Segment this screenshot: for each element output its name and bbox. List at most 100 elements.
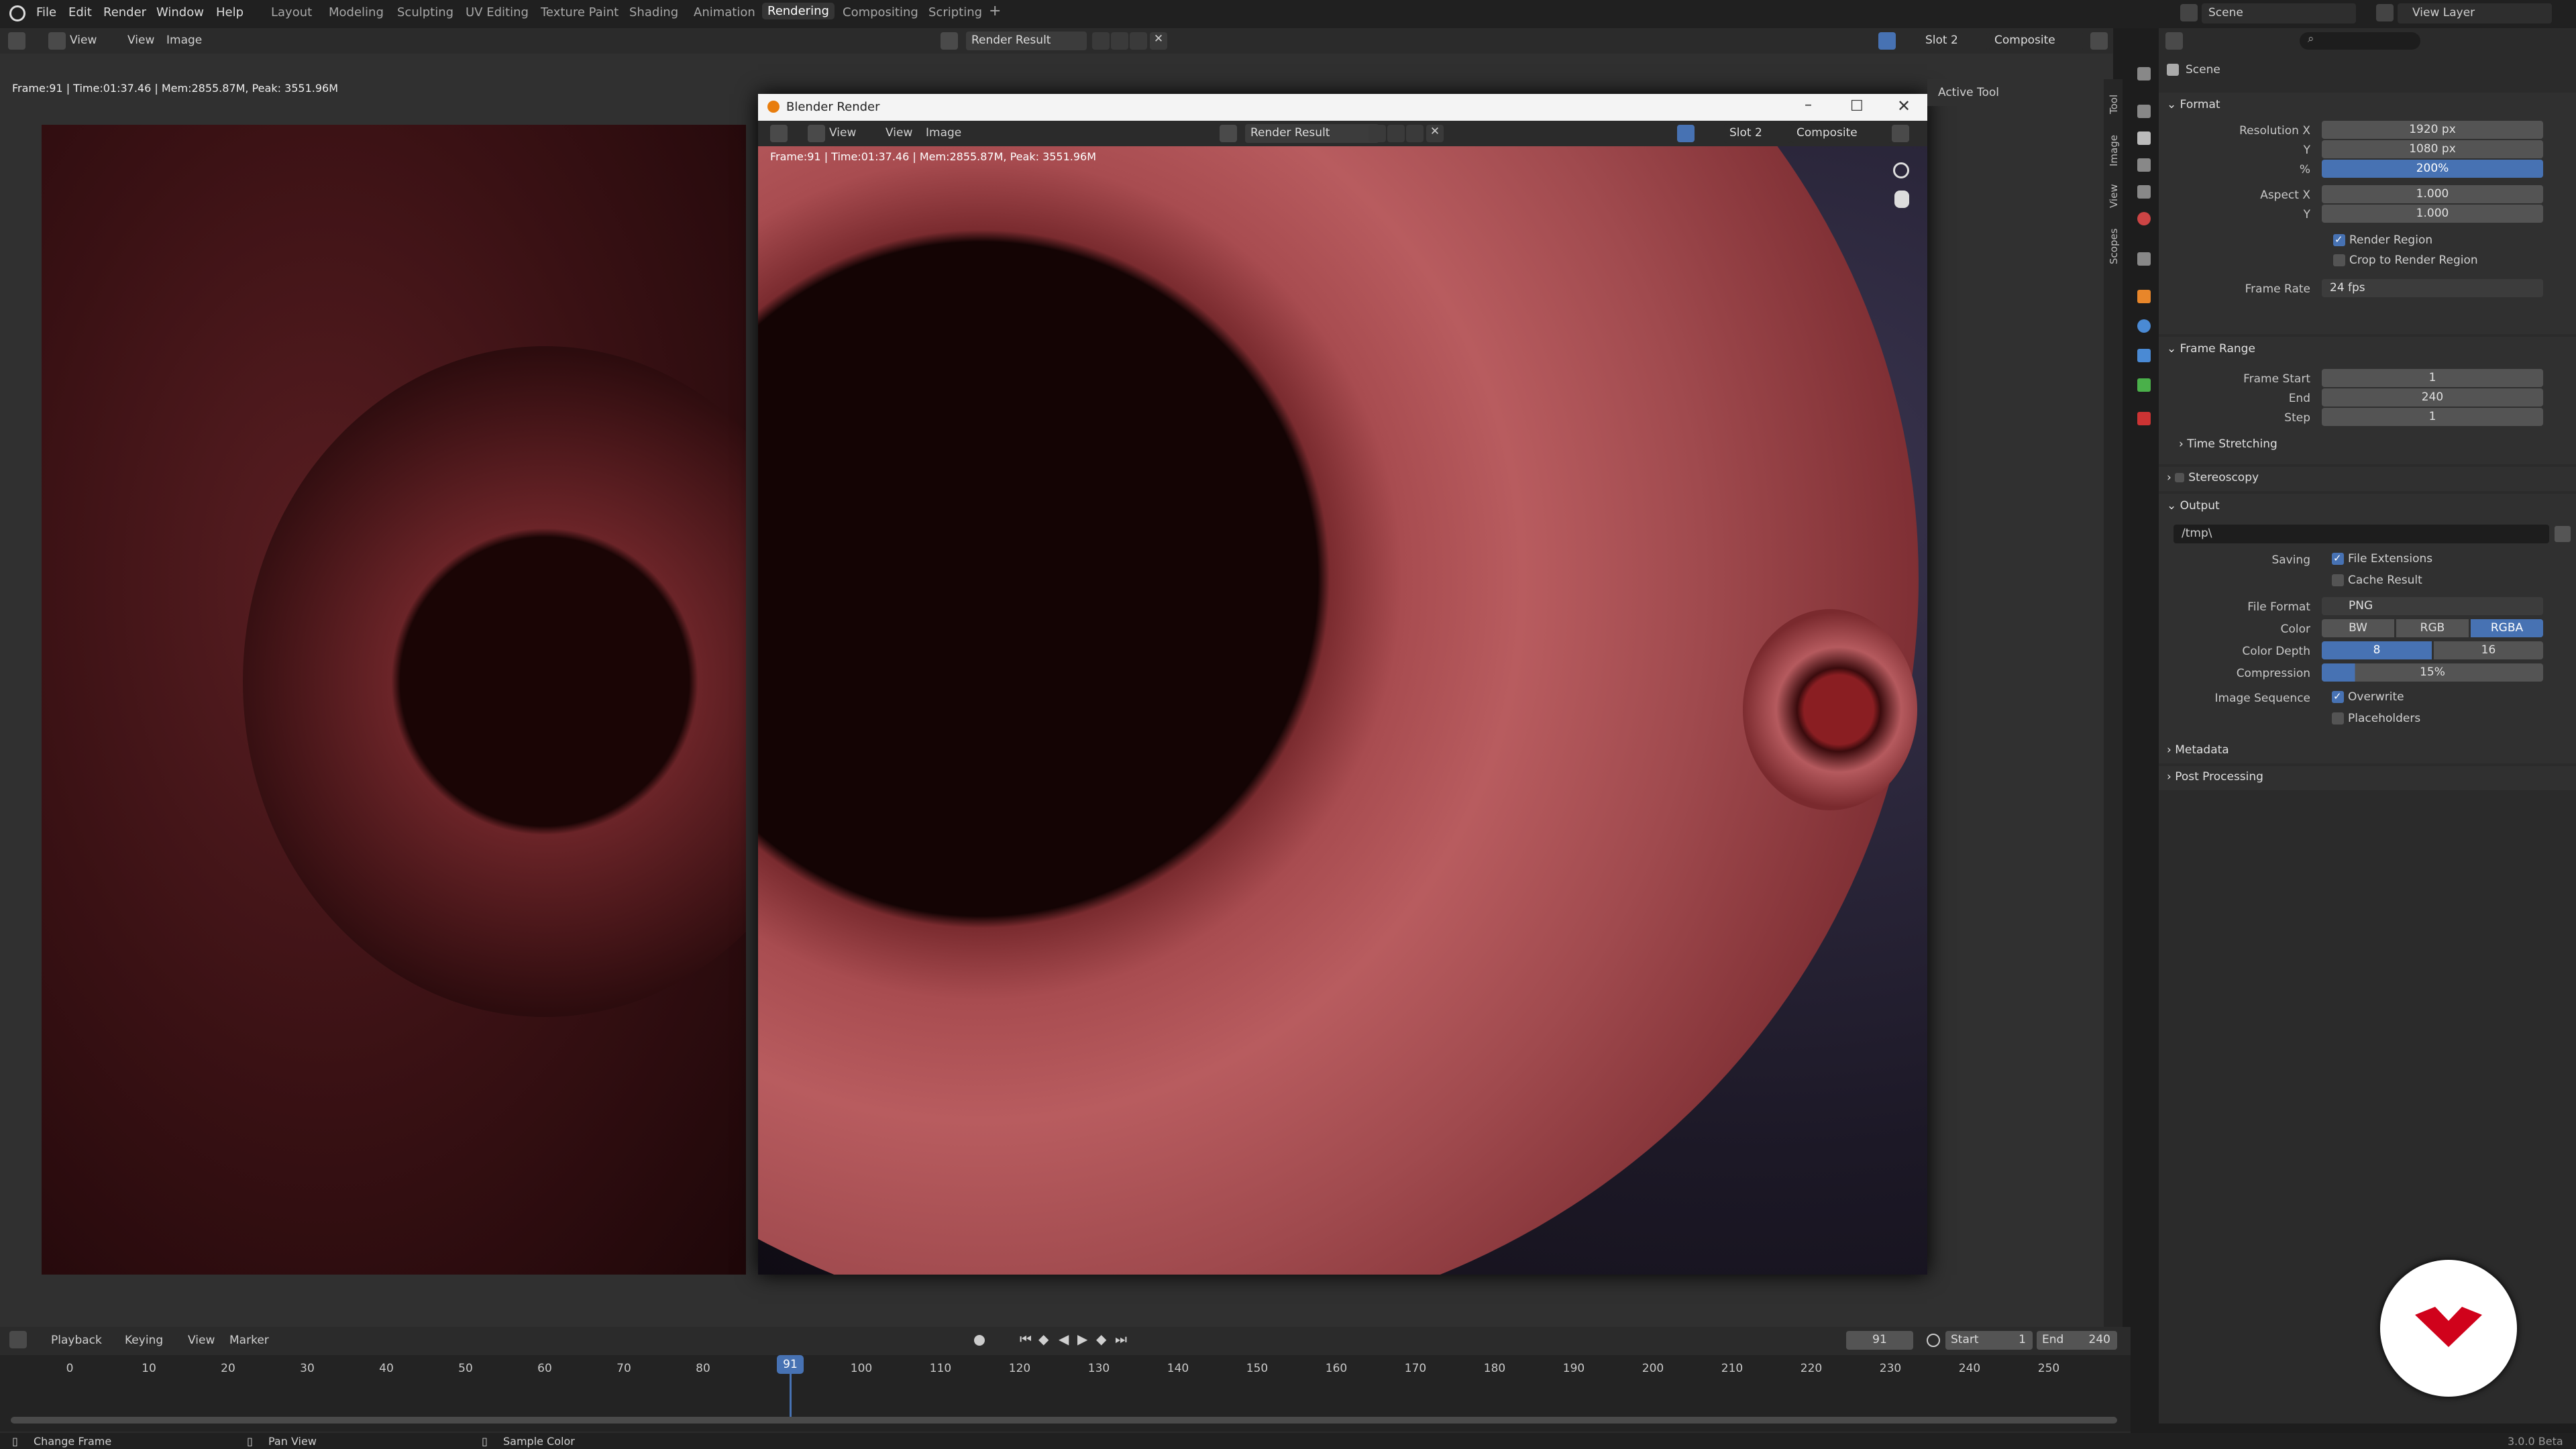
physics-props-icon[interactable] — [2137, 319, 2151, 333]
open-image-icon[interactable] — [1130, 32, 1147, 50]
pass-dropdown[interactable]: Composite — [1989, 32, 2083, 50]
resolution-x-field[interactable]: 1920 px — [2322, 121, 2543, 139]
post-processing-header[interactable]: › Post Processing — [2167, 770, 2263, 790]
file-extensions-checkbox[interactable]: File Extensions — [2332, 552, 2432, 566]
view-mode-icon[interactable] — [808, 125, 825, 142]
clock-icon[interactable] — [1927, 1334, 1940, 1347]
depth-8-button[interactable]: 8 — [2322, 641, 2432, 659]
editor-type-icon[interactable] — [770, 125, 788, 142]
image-menu[interactable]: Image — [166, 34, 202, 47]
unlink-icon[interactable]: ✕ — [1150, 32, 1167, 50]
menu-help[interactable]: Help — [216, 5, 244, 19]
render-props-icon[interactable] — [2137, 105, 2151, 118]
overwrite-checkbox[interactable]: Overwrite — [2332, 690, 2404, 704]
tab-modeling[interactable]: Modeling — [329, 5, 384, 19]
aspect-x-field[interactable]: 1.000 — [2322, 185, 2543, 203]
keying-menu[interactable]: Keying — [125, 1334, 163, 1347]
resolution-percent-field[interactable]: 200% — [2322, 160, 2543, 178]
menu-edit[interactable]: Edit — [68, 5, 92, 19]
scene-selector[interactable]: Scene — [2202, 3, 2356, 23]
color-rgba-button[interactable]: RGBA — [2471, 619, 2543, 637]
pan-hand-icon[interactable] — [1894, 191, 1909, 208]
prev-keyframe-icon[interactable]: ◆ — [1038, 1331, 1049, 1347]
record-icon[interactable] — [974, 1335, 985, 1346]
close-icon[interactable]: ✕ — [1897, 97, 1911, 115]
view-menu[interactable]: View — [188, 1334, 215, 1347]
properties-editor-type-icon[interactable] — [2165, 32, 2183, 50]
resolution-y-field[interactable]: 1080 px — [2322, 140, 2543, 158]
image-browse-icon[interactable] — [1220, 125, 1237, 142]
tab-uv-editing[interactable]: UV Editing — [466, 5, 529, 19]
aspect-y-field[interactable]: 1.000 — [2322, 205, 2543, 223]
metadata-header[interactable]: › Metadata — [2167, 743, 2229, 763]
color-rgb-button[interactable]: RGB — [2396, 619, 2469, 637]
gizmo-toggle-icon[interactable] — [1878, 32, 1896, 50]
scene-props-icon[interactable] — [2137, 185, 2151, 199]
view-layer-props-icon[interactable] — [2137, 158, 2151, 172]
tab-compositing[interactable]: Compositing — [843, 5, 918, 19]
object-props-icon[interactable] — [2137, 290, 2151, 303]
unlink-icon[interactable]: ✕ — [1426, 125, 1444, 142]
image-name-field[interactable]: Render Result — [966, 32, 1087, 50]
frame-end-field[interactable]: 240 — [2322, 388, 2543, 407]
fake-user-icon[interactable] — [1092, 32, 1110, 50]
current-frame-field[interactable]: 91 — [1846, 1331, 1913, 1350]
play-icon[interactable]: ▶ — [1077, 1331, 1087, 1347]
collection-props-icon[interactable] — [2137, 252, 2151, 266]
checkbox-unchecked-icon[interactable] — [2175, 473, 2185, 482]
gizmo-toggle-icon[interactable] — [1677, 125, 1695, 142]
view-layer-selector[interactable]: View Layer — [2398, 3, 2552, 23]
file-format-dropdown[interactable]: PNG — [2322, 597, 2543, 615]
tab-animation[interactable]: Animation — [694, 5, 755, 19]
time-stretching-header[interactable]: › Time Stretching — [2179, 437, 2277, 458]
tab-layout[interactable]: Layout — [271, 5, 312, 19]
output-path-field[interactable]: /tmp\ — [2174, 525, 2549, 543]
color-bw-button[interactable]: BW — [2322, 619, 2394, 637]
slot-dropdown[interactable]: Slot 2 — [1920, 32, 1987, 50]
view-menu[interactable]: View — [127, 34, 154, 47]
render-window-canvas[interactable]: Frame:91 | Time:01:37.46 | Mem:2855.87M,… — [758, 146, 1927, 1275]
playhead-marker[interactable]: 91 — [777, 1355, 804, 1374]
tab-shading[interactable]: Shading — [629, 5, 678, 19]
scene-icon[interactable] — [2180, 4, 2198, 21]
jump-end-icon[interactable]: ⏭ — [1115, 1331, 1127, 1347]
tool-settings-icon[interactable] — [2137, 67, 2151, 80]
editor-type-icon[interactable] — [8, 32, 25, 50]
end-frame-field[interactable]: End 240 — [2037, 1331, 2117, 1350]
tab-scripting[interactable]: Scripting — [928, 5, 982, 19]
menu-window[interactable]: Window — [156, 5, 204, 19]
display-channels-icon[interactable] — [2090, 32, 2108, 50]
frame-start-field[interactable]: 1 — [2322, 369, 2543, 387]
tab-rendering[interactable]: Rendering — [762, 3, 835, 19]
add-workspace-icon[interactable]: + — [989, 3, 1001, 19]
view-menu[interactable]: View — [885, 126, 912, 140]
minimize-icon[interactable]: – — [1805, 97, 1812, 113]
fake-user-icon[interactable] — [1368, 125, 1386, 142]
timeline-editor-type-icon[interactable] — [9, 1331, 27, 1348]
playback-menu[interactable]: Playback — [51, 1334, 102, 1347]
texture-props-icon[interactable] — [2137, 412, 2151, 425]
folder-icon[interactable] — [2555, 526, 2571, 542]
view-layer-icon[interactable] — [2376, 4, 2394, 21]
new-image-icon[interactable] — [1111, 32, 1128, 50]
display-channels-icon[interactable] — [1892, 125, 1909, 142]
view-mode-icon[interactable] — [48, 32, 66, 50]
depth-16-button[interactable]: 16 — [2434, 641, 2543, 659]
slot-dropdown[interactable]: Slot 2 — [1724, 124, 1791, 143]
tab-texture-paint[interactable]: Texture Paint — [541, 5, 619, 19]
menu-render[interactable]: Render — [103, 5, 146, 19]
jump-start-icon[interactable]: ⏮ — [1020, 1331, 1032, 1347]
timeline-scrollbar[interactable] — [11, 1417, 2117, 1424]
constraints-props-icon[interactable] — [2137, 349, 2151, 362]
render-region-checkbox[interactable]: Render Region — [2333, 233, 2432, 247]
new-image-icon[interactable] — [1387, 125, 1405, 142]
cache-result-checkbox[interactable]: Cache Result — [2332, 574, 2422, 587]
tab-view[interactable]: View — [2108, 184, 2120, 208]
tab-tool[interactable]: Tool — [2108, 95, 2120, 114]
play-reverse-icon[interactable]: ◀ — [1059, 1331, 1069, 1347]
frame-range-header[interactable]: ⌄ Frame Range — [2167, 342, 2255, 362]
zoom-icon[interactable] — [1893, 162, 1909, 178]
next-keyframe-icon[interactable]: ◆ — [1096, 1331, 1106, 1347]
tab-scopes[interactable]: Scopes — [2108, 228, 2120, 264]
maximize-icon[interactable]: ☐ — [1850, 98, 1864, 115]
